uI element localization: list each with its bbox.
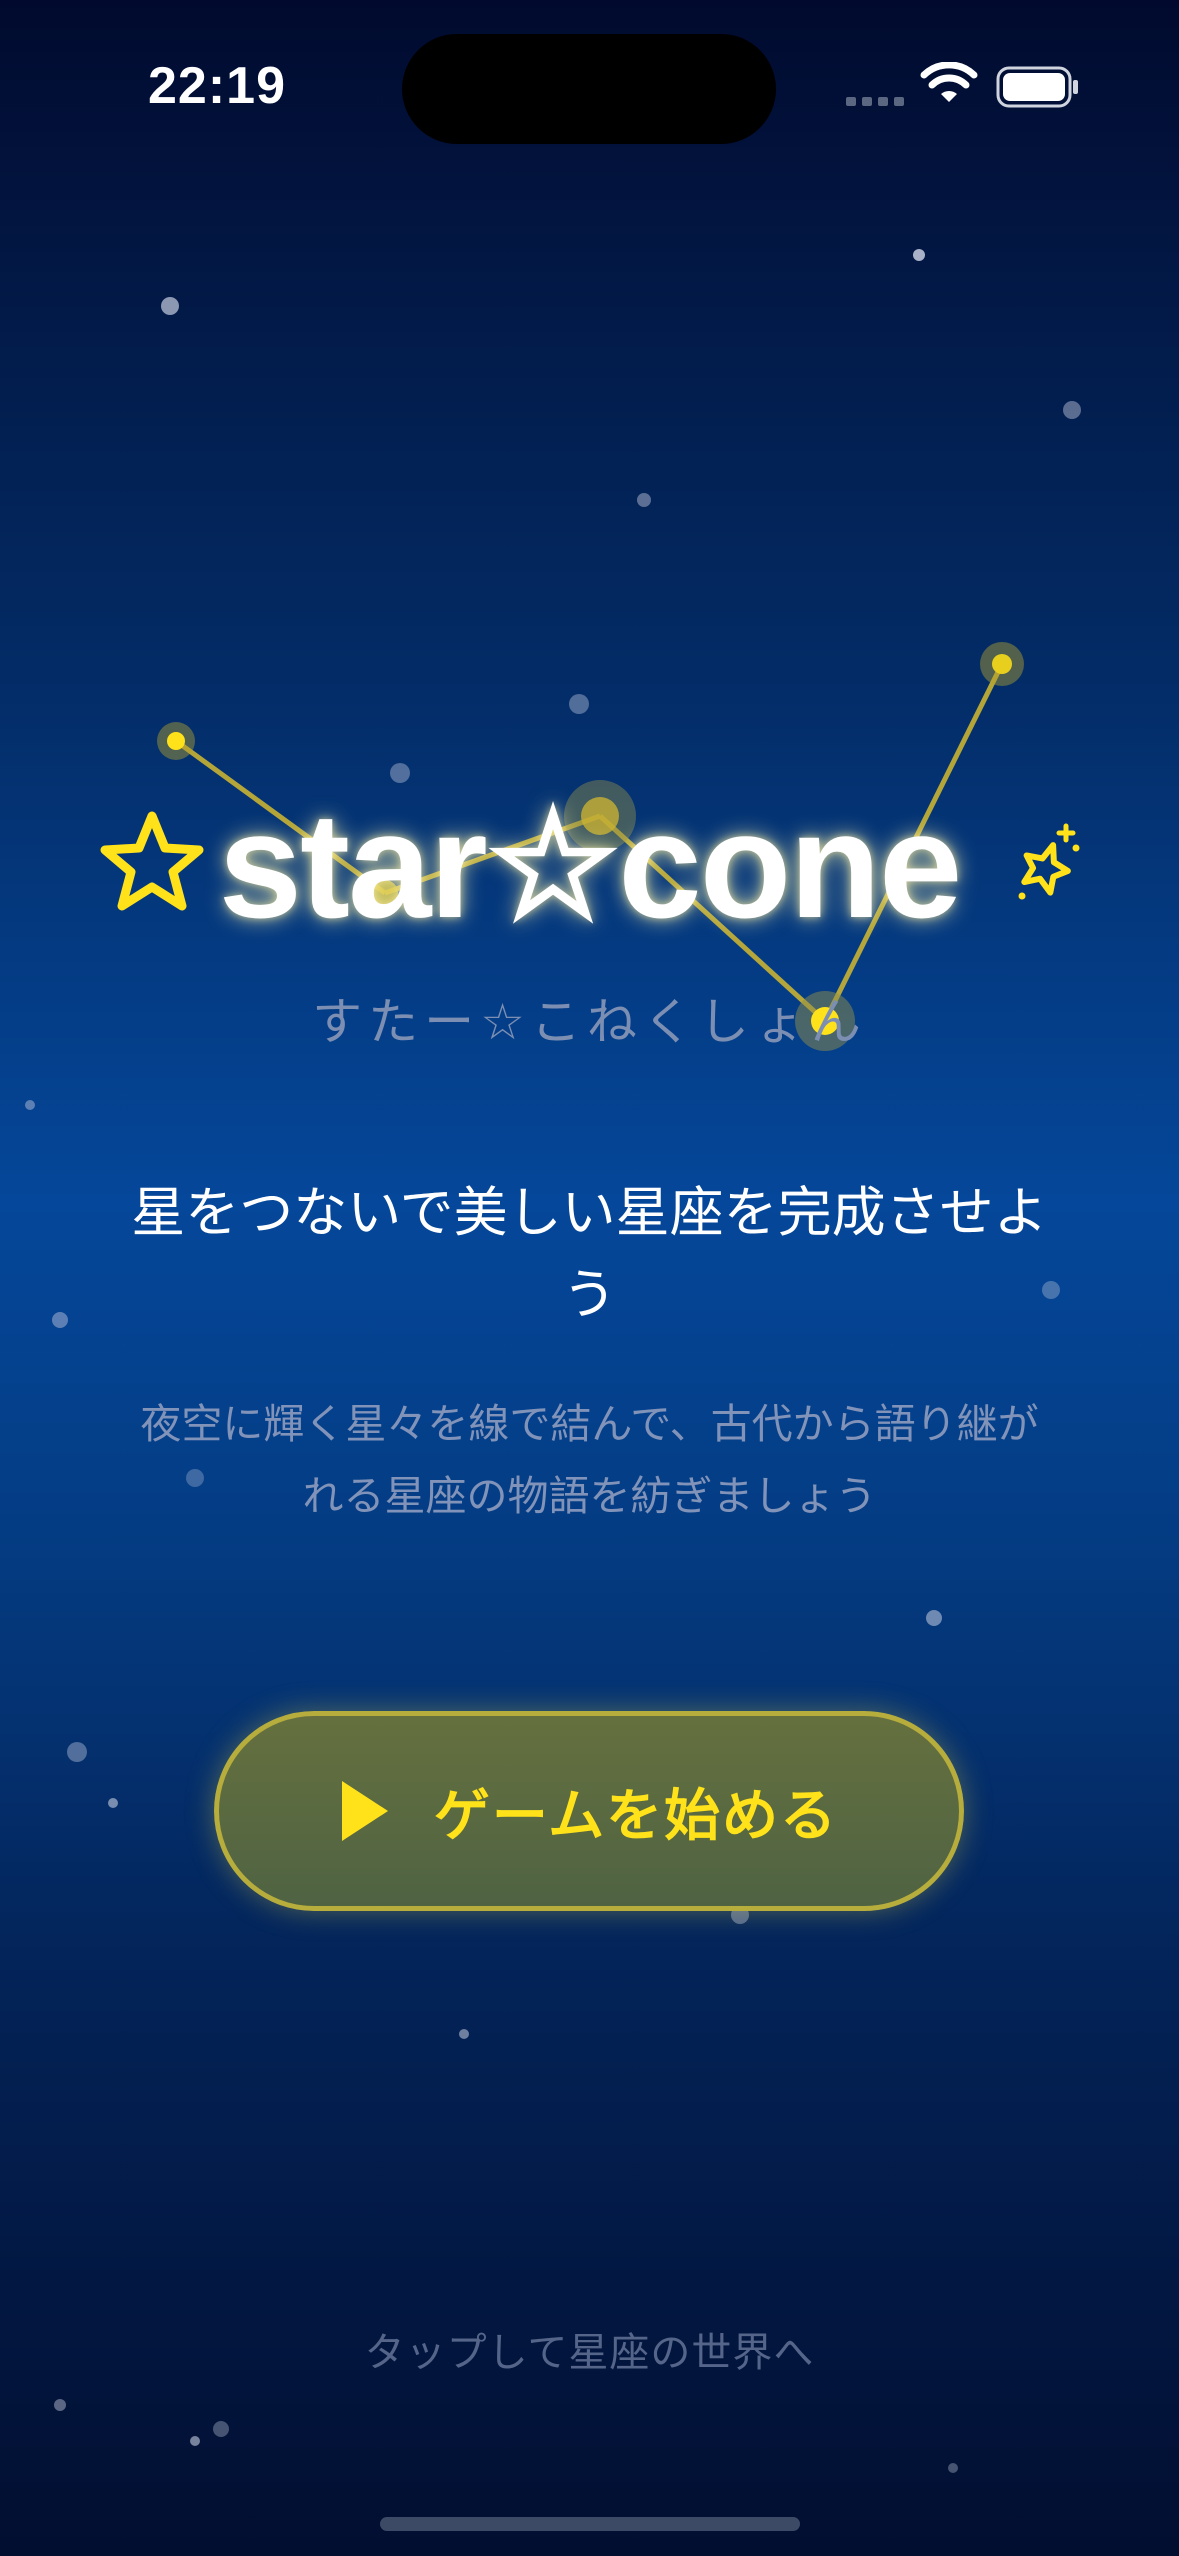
cellular-signal-icon	[846, 97, 904, 106]
background-star	[54, 2399, 66, 2411]
start-game-label: ゲームを始める	[433, 1783, 839, 1849]
background-star	[637, 493, 651, 507]
dynamic-island	[402, 34, 776, 144]
tagline: 星をつないで美しい星座を完成させよう	[131, 1181, 1048, 1326]
background-star	[569, 694, 589, 714]
background-star	[67, 1742, 87, 1762]
background-star	[52, 1312, 68, 1328]
status-bar: 22:19	[0, 0, 1179, 170]
battery-icon	[996, 66, 1078, 108]
background-star	[108, 1798, 118, 1808]
background-star	[926, 1610, 942, 1626]
background-star	[190, 2436, 200, 2446]
wifi-icon	[920, 62, 978, 102]
description: 夜空に輝く星々を線で結んで、古代から語り継がれる星座の物語を紡ぎましょう	[140, 1400, 1039, 1520]
background-star	[161, 297, 179, 315]
app-title: star☆cone	[218, 781, 963, 949]
background-star	[913, 249, 925, 261]
background-star	[459, 2029, 469, 2039]
app-subtitle: すたー☆こねくしょん	[312, 993, 867, 1051]
background-star	[213, 2421, 229, 2437]
logo: star☆cone	[0, 780, 1179, 950]
home-indicator[interactable]	[380, 2517, 800, 2531]
status-time: 22:19	[148, 57, 286, 115]
play-icon	[341, 1781, 388, 1841]
sparkle-icon	[1018, 823, 1080, 900]
background-star	[948, 2463, 958, 2473]
tap-hint: タップして星座の世界へ	[364, 2330, 815, 2376]
background-star	[25, 1100, 35, 1110]
start-game-button[interactable]: ゲームを始める	[214, 1711, 964, 1911]
background-star	[1063, 401, 1081, 419]
